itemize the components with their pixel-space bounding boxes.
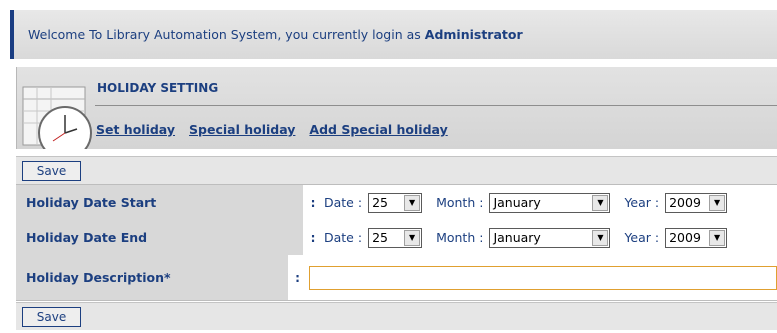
bottom-button-bar: Save — [16, 302, 777, 330]
chevron-down-icon: ▼ — [592, 229, 609, 246]
month-label: Month : — [436, 195, 484, 210]
form-row-description: Holiday Description* : — [16, 255, 777, 300]
colon: : — [310, 195, 316, 210]
panel-title: HOLIDAY SETTING — [97, 81, 219, 95]
date-label: Date : — [324, 230, 363, 245]
calendar-clock-icon — [22, 86, 92, 149]
current-user: Administrator — [424, 27, 523, 42]
year-label: Year : — [624, 195, 660, 210]
start-day-select[interactable]: 25 ▼ — [368, 192, 423, 213]
chevron-down-icon: ▼ — [592, 194, 609, 211]
special-holiday-link[interactable]: Special holiday — [189, 122, 295, 137]
end-year-select[interactable]: 2009 ▼ — [665, 227, 728, 248]
save-button-top[interactable]: Save — [22, 161, 81, 181]
holiday-setting-panel: HOLIDAY SETTING Set holiday Special holi… — [16, 67, 777, 149]
form-row-date-start: Holiday Date Start : Date : 25 ▼ Month :… — [16, 185, 777, 220]
divider — [95, 105, 777, 106]
chevron-down-icon: ▼ — [709, 194, 726, 211]
save-button-bottom[interactable]: Save — [22, 307, 81, 327]
holiday-date-end-label: Holiday Date End — [16, 220, 303, 255]
end-day-select[interactable]: 25 ▼ — [368, 227, 423, 248]
holiday-date-start-label: Holiday Date Start — [16, 185, 303, 220]
year-label: Year : — [624, 230, 660, 245]
month-label: Month : — [436, 230, 484, 245]
panel-nav: Set holiday Special holiday Add Special … — [96, 122, 448, 137]
holiday-description-label: Holiday Description* — [16, 255, 289, 300]
welcome-bar: Welcome To Library Automation System, yo… — [10, 10, 777, 59]
end-month-select[interactable]: January ▼ — [489, 227, 611, 248]
set-holiday-link[interactable]: Set holiday — [96, 122, 175, 137]
add-special-holiday-link[interactable]: Add Special holiday — [309, 122, 447, 137]
start-month-select[interactable]: January ▼ — [489, 192, 611, 213]
end-year-value: 2009 — [669, 230, 701, 245]
holiday-form: Holiday Date Start : Date : 25 ▼ Month :… — [16, 184, 777, 301]
date-label: Date : — [324, 195, 363, 210]
start-year-value: 2009 — [669, 195, 701, 210]
start-year-select[interactable]: 2009 ▼ — [665, 192, 728, 213]
holiday-description-input[interactable] — [309, 265, 777, 290]
start-month-value: January — [493, 195, 541, 210]
welcome-text: Welcome To Library Automation System, yo… — [28, 27, 421, 42]
top-button-bar: Save — [16, 156, 777, 184]
chevron-down-icon: ▼ — [709, 229, 726, 246]
end-month-value: January — [493, 230, 541, 245]
chevron-down-icon: ▼ — [404, 194, 421, 211]
end-day-value: 25 — [372, 230, 388, 245]
start-day-value: 25 — [372, 195, 388, 210]
form-row-date-end: Holiday Date End : Date : 25 ▼ Month : J… — [16, 220, 777, 255]
colon: : — [295, 270, 300, 285]
chevron-down-icon: ▼ — [404, 229, 421, 246]
colon: : — [310, 230, 316, 245]
